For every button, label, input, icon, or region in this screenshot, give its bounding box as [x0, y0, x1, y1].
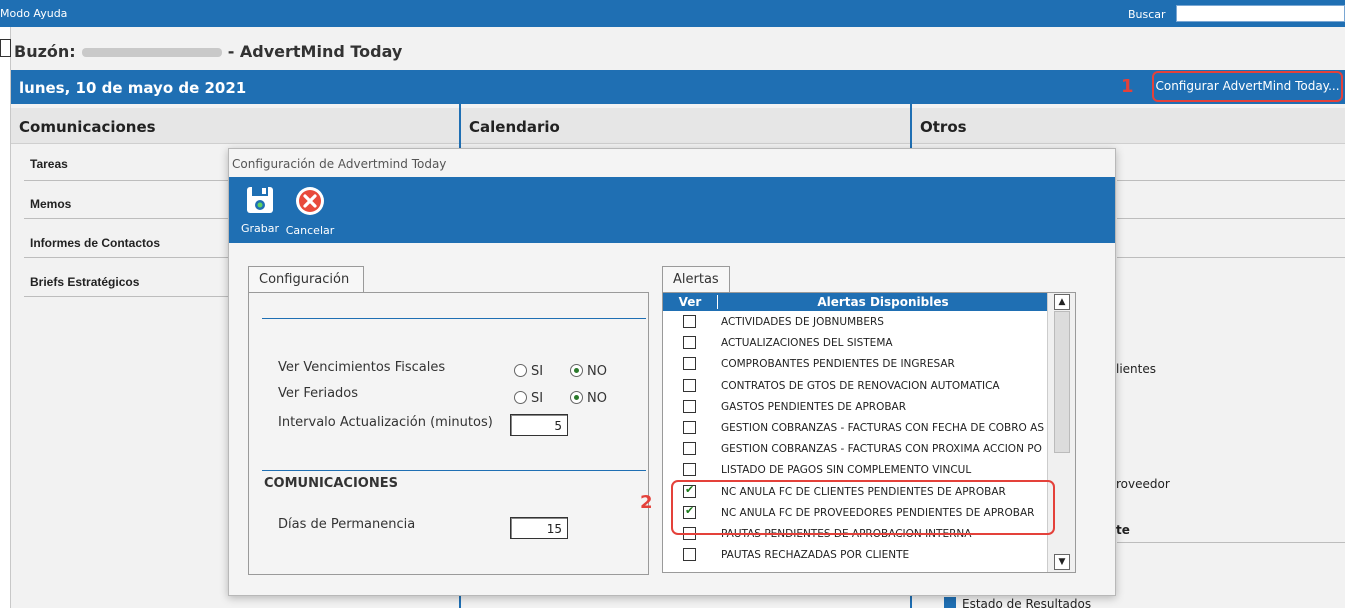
alerts-list-header: Ver Alertas Disponibles — [663, 293, 1047, 311]
fiscal-no-radio[interactable] — [570, 364, 583, 377]
alert-row[interactable]: COMPROBANTES PENDIENTES DE INGRESAR — [663, 354, 1047, 375]
refresh-interval-input[interactable]: 5 — [510, 414, 568, 436]
search-label: Buscar — [1128, 8, 1166, 21]
retention-days-input[interactable]: 15 — [510, 517, 568, 539]
alert-row[interactable]: ACTUALIZACIONES DEL SISTEMA — [663, 333, 1047, 354]
others-item-income-statement[interactable]: Estado de Resultados — [944, 597, 1091, 608]
holidays-label: Ver Feriados — [278, 386, 359, 401]
divider — [1117, 542, 1345, 543]
alert-row[interactable]: CONTRATOS DE GTOS DE RENOVACION AUTOMATI… — [663, 376, 1047, 397]
mailbox-suffix: - AdvertMind Today — [227, 42, 403, 61]
alert-checkbox[interactable] — [683, 442, 696, 456]
floppy-disk-icon — [247, 187, 273, 213]
alert-label: GESTION COBRANZAS - FACTURAS CON FECHA D… — [721, 422, 1044, 434]
holidays-no-radio[interactable] — [570, 391, 583, 404]
redacted-username — [81, 48, 222, 57]
comms-section-title: COMUNICACIONES — [264, 476, 398, 491]
alert-checkbox[interactable] — [683, 548, 696, 562]
date-bar: lunes, 10 de mayo de 2021 1 Configurar A… — [11, 70, 1345, 104]
alert-label: GASTOS PENDIENTES DE APROBAR — [721, 400, 907, 413]
dialog-title: Configuración de Advertmind Today — [232, 157, 447, 171]
comms-item-strategic-briefs[interactable]: Briefs Estratégicos — [30, 275, 139, 289]
fiscal-si-label: SI — [531, 364, 544, 379]
scroll-down-arrow[interactable]: ▼ — [1054, 554, 1070, 570]
dialog-toolbar: Grabar Cancelar — [229, 177, 1115, 243]
holidays-si-radio[interactable] — [514, 391, 527, 404]
configure-today-button[interactable]: Configurar AdvertMind Today... — [1152, 71, 1343, 102]
save-button[interactable]: Grabar — [238, 185, 282, 235]
others-item-fragment: te — [1116, 523, 1130, 537]
divider — [1117, 180, 1345, 181]
step-marker-2: 2 — [640, 492, 653, 513]
divider — [24, 296, 228, 297]
scroll-up-arrow[interactable]: ▲ — [1054, 294, 1070, 310]
fiscal-no-label: NO — [587, 364, 607, 379]
cancel-label: Cancelar — [285, 224, 335, 237]
divider — [24, 218, 228, 219]
divider — [1117, 257, 1345, 258]
highlight-box — [671, 480, 1055, 535]
alert-label: PAUTAS RECHAZADAS POR CLIENTE — [721, 549, 910, 562]
alert-row[interactable]: PAUTAS RECHAZADAS POR CLIENTE — [663, 545, 1047, 566]
alert-checkbox[interactable] — [683, 357, 696, 371]
alert-label: CONTRATOS DE GTOS DE RENOVACION AUTOMATI… — [721, 379, 1000, 392]
others-item-fragment[interactable]: roveedor — [1116, 477, 1170, 491]
alert-checkbox[interactable] — [683, 421, 696, 434]
comms-item-memos[interactable]: Memos — [30, 197, 71, 211]
alert-row[interactable]: ACTIVIDADES DE JOBNUMBERS — [663, 312, 1047, 333]
mailbox-title: Buzón: - AdvertMind Today — [14, 42, 402, 61]
search-input[interactable] — [1176, 5, 1345, 22]
others-item-fragment[interactable]: lientes — [1116, 362, 1156, 376]
refresh-interval-label: Intervalo Actualización (minutos) — [278, 415, 493, 430]
comms-item-contact-reports[interactable]: Informes de Contactos — [30, 236, 160, 250]
divider — [24, 180, 228, 181]
column-header-ver: Ver — [663, 295, 718, 309]
top-bar: Modo Ayuda Buscar — [0, 0, 1345, 27]
alert-label: COMPROBANTES PENDIENTES DE INGRESAR — [721, 358, 955, 371]
alert-label: ACTUALIZACIONES DEL SISTEMA — [721, 337, 893, 350]
fiscal-due-label: Ver Vencimientos Fiscales — [278, 360, 446, 375]
cancel-icon — [296, 187, 324, 215]
column-header-comms: Comunicaciones — [11, 108, 459, 144]
alert-label: GESTION COBRANZAS - FACTURAS CON PROXIMA… — [721, 443, 1042, 456]
column-header-others: Otros — [912, 108, 1345, 144]
alert-checkbox[interactable] — [683, 463, 696, 477]
document-icon — [944, 597, 956, 608]
alert-checkbox[interactable] — [683, 378, 696, 392]
alert-checkbox[interactable] — [683, 336, 696, 350]
save-label: Grabar — [240, 222, 280, 235]
alert-row[interactable]: GASTOS PENDIENTES DE APROBAR — [663, 397, 1047, 418]
select-checkbox[interactable] — [0, 39, 11, 57]
configuration-panel — [248, 292, 649, 575]
alert-row[interactable]: GESTION COBRANZAS - FACTURAS CON FECHA D… — [663, 418, 1047, 439]
comms-item-tasks[interactable]: Tareas — [30, 157, 68, 171]
alert-label: ACTIVIDADES DE JOBNUMBERS — [721, 316, 884, 328]
holidays-no-label: NO — [587, 391, 607, 406]
help-mode-link[interactable]: Modo Ayuda — [0, 7, 67, 20]
scroll-thumb[interactable] — [1054, 311, 1070, 453]
step-marker-1: 1 — [1121, 76, 1134, 97]
column-header-alerts: Alertas Disponibles — [817, 295, 949, 309]
tab-configuration[interactable]: Configuración — [248, 266, 364, 293]
section-divider — [262, 470, 646, 471]
cancel-button[interactable]: Cancelar — [285, 185, 335, 237]
current-date: lunes, 10 de mayo de 2021 — [19, 79, 247, 97]
alert-checkbox[interactable] — [683, 399, 696, 413]
holidays-si-label: SI — [531, 391, 544, 406]
retention-days-label: Días de Permanencia — [278, 517, 416, 532]
divider — [24, 257, 228, 258]
section-divider — [262, 318, 646, 319]
fiscal-si-radio[interactable] — [514, 364, 527, 377]
divider — [1117, 218, 1345, 219]
alert-row[interactable]: GESTION COBRANZAS - FACTURAS CON PROXIMA… — [663, 439, 1047, 460]
mailbox-prefix: Buzón: — [14, 42, 76, 61]
alert-row[interactable]: LISTADO DE PAGOS SIN COMPLEMENTO VINCUL — [663, 460, 1047, 481]
alert-checkbox[interactable] — [683, 315, 696, 328]
others-item-label: Estado de Resultados — [962, 597, 1092, 608]
tab-alerts[interactable]: Alertas — [662, 266, 730, 293]
alert-label: LISTADO DE PAGOS SIN COMPLEMENTO VINCUL — [721, 464, 972, 477]
column-header-calendar: Calendario — [461, 108, 910, 144]
